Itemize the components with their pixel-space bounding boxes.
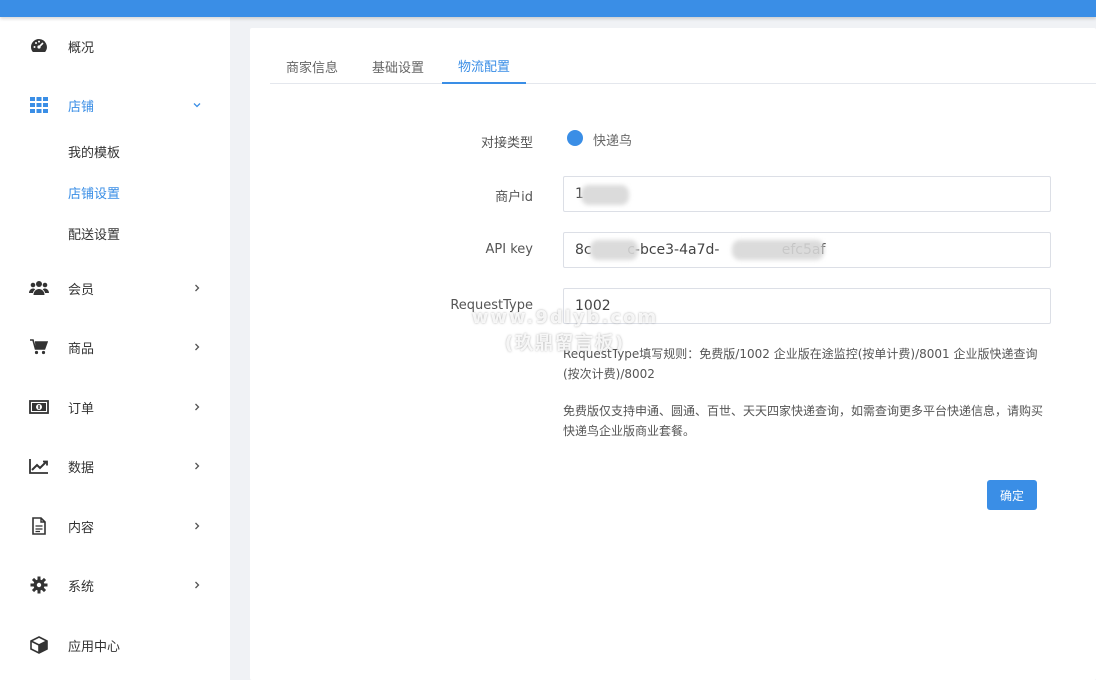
sidebar-item-label: 概况 [68, 40, 95, 56]
chevron-right-icon [190, 578, 204, 592]
top-bar [0, 0, 1096, 17]
confirm-button[interactable]: 确定 [987, 480, 1037, 510]
sidebar-item-members[interactable]: 会员 [0, 268, 230, 308]
sidebar-item-orders[interactable]: 订单 [0, 387, 230, 427]
sidebar-subitem-label: 店铺设置 [68, 186, 121, 202]
sidebar-item-content[interactable]: 内容 [0, 506, 230, 546]
integration-type-label: 对接类型 [480, 136, 533, 151]
merchant-id-label: 商户id [495, 190, 533, 205]
sidebar-item-label: 系统 [68, 579, 95, 595]
chevron-right-icon [190, 281, 204, 295]
line-chart-icon [29, 456, 49, 476]
users-icon [29, 278, 49, 298]
redaction-blur [590, 240, 638, 260]
tab-logistics-config[interactable]: 物流配置 [442, 48, 526, 84]
chevron-down-icon [190, 98, 204, 112]
main-content: 商家信息 基础设置 物流配置 对接类型 快递鸟 商户id API key Req… [230, 17, 1096, 680]
request-type-input[interactable] [563, 288, 1051, 324]
sidebar-item-store[interactable]: 店铺 [0, 85, 230, 125]
radio-kdniao-label: 快递鸟 [593, 134, 633, 149]
sidebar-subitem-delivery-settings[interactable]: 配送设置 [0, 216, 230, 250]
sidebar-item-app-center[interactable]: 应用中心 [0, 625, 230, 665]
sidebar-item-data[interactable]: 数据 [0, 446, 230, 486]
sidebar-item-label: 店铺 [68, 99, 95, 115]
cart-icon [29, 337, 49, 357]
merchant-id-input[interactable] [563, 176, 1051, 212]
tab-merchant-info[interactable]: 商家信息 [270, 48, 354, 84]
sidebar-item-label: 订单 [68, 401, 95, 417]
sidebar-item-label: 商品 [68, 341, 95, 357]
sidebar-subitem-label: 配送设置 [68, 227, 121, 243]
document-icon [29, 516, 49, 536]
cube-icon [29, 635, 49, 655]
sidebar-item-products[interactable]: 商品 [0, 327, 230, 367]
radio-kdniao[interactable] [567, 130, 583, 146]
sidebar-subitem-store-settings[interactable]: 店铺设置 [0, 175, 230, 209]
sidebar-item-label: 应用中心 [68, 639, 121, 655]
money-icon [29, 397, 49, 417]
tab-basic-settings[interactable]: 基础设置 [356, 48, 440, 84]
chevron-right-icon [190, 459, 204, 473]
sidebar: 概况 店铺 我的模板 店铺设置 配送设置 会员 商品 订单 数据 内容 系统 应… [0, 17, 230, 680]
sidebar-item-overview[interactable]: 概况 [0, 26, 230, 66]
tab-bar: 商家信息 基础设置 物流配置 [270, 48, 1096, 84]
sidebar-item-label: 会员 [68, 282, 95, 298]
gear-icon [29, 575, 49, 595]
grid-icon [29, 95, 49, 115]
sidebar-item-label: 内容 [68, 520, 95, 536]
sidebar-item-system[interactable]: 系统 [0, 565, 230, 605]
sidebar-subitem-label: 我的模板 [68, 145, 121, 161]
redaction-blur [581, 185, 629, 205]
dashboard-icon [29, 36, 49, 56]
sidebar-item-label: 数据 [68, 460, 95, 476]
sidebar-subitem-my-templates[interactable]: 我的模板 [0, 134, 230, 168]
redaction-blur [732, 240, 824, 260]
chevron-right-icon [190, 519, 204, 533]
chevron-right-icon [190, 340, 204, 354]
settings-panel: 商家信息 基础设置 物流配置 对接类型 快递鸟 商户id API key Req… [250, 28, 1096, 680]
api-key-label: API key [485, 242, 533, 257]
free-version-note: 免费版仅支持申通、圆通、百世、天天四家快递查询，如需查询更多平台快递信息，请购买… [563, 404, 1044, 438]
chevron-right-icon [190, 400, 204, 414]
request-type-help: RequestType填写规则：免费版/1002 企业版在途监控(按单计费)/8… [563, 347, 1038, 381]
request-type-label: RequestType [450, 298, 533, 313]
